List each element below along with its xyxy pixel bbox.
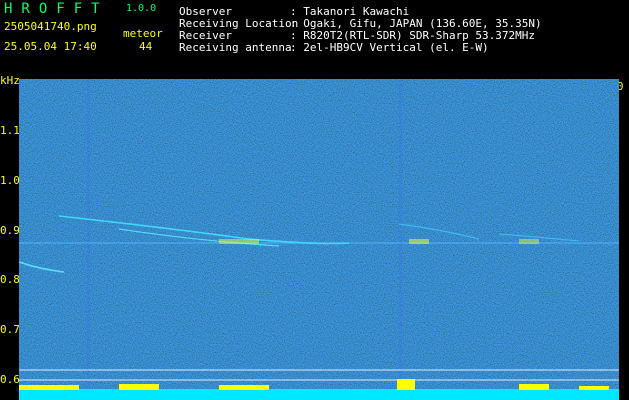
y-tick-label: 1.0	[0, 174, 20, 187]
signal-hotspot	[219, 239, 259, 244]
y-tick-label: 0.8	[0, 273, 20, 286]
app-logo: HROFFT	[4, 1, 109, 17]
detection-count: 44	[139, 40, 153, 53]
spectrogram-plot	[19, 79, 619, 400]
file-datetime: 25.05.04 17:40	[4, 40, 97, 53]
y-tick-label: 0.7	[0, 323, 20, 336]
y-axis-unit: kHz	[0, 74, 20, 87]
signal-hotspot	[409, 239, 429, 244]
signal-hotspot	[519, 239, 539, 244]
level-strip	[19, 389, 619, 400]
y-tick-label: 0.9	[0, 224, 20, 237]
app-version: 1.0.0	[126, 3, 157, 14]
file-name: 2505041740.png	[4, 20, 97, 33]
noise-band	[399, 79, 402, 400]
y-tick-label: 1.1	[0, 124, 20, 137]
y-tick-label: 0.6	[0, 373, 20, 386]
antenna-label: Receiving antenna	[179, 41, 292, 54]
detection-label: meteor	[123, 27, 163, 40]
antenna-value: : 2el-HB9CV Vertical (el. E-W)	[290, 41, 489, 54]
noise-band	[87, 79, 90, 400]
